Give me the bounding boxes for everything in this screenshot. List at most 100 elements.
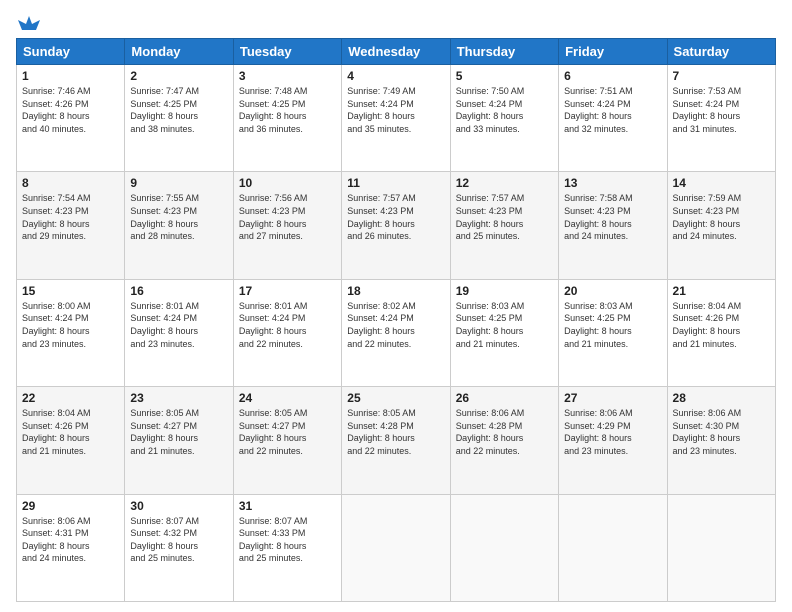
calendar-cell: 11 Sunrise: 7:57 AMSunset: 4:23 PMDayligh… [342,172,450,279]
day-number: 9 [130,176,227,190]
day-info: Sunrise: 7:49 AMSunset: 4:24 PMDaylight:… [347,86,416,134]
day-info: Sunrise: 7:50 AMSunset: 4:24 PMDaylight:… [456,86,525,134]
day-info: Sunrise: 8:06 AMSunset: 4:28 PMDaylight:… [456,408,525,456]
page: SundayMondayTuesdayWednesdayThursdayFrid… [0,0,792,612]
calendar-cell: 9 Sunrise: 7:55 AMSunset: 4:23 PMDaylight… [125,172,233,279]
calendar-cell: 29 Sunrise: 8:06 AMSunset: 4:31 PMDayligh… [17,494,125,601]
day-number: 6 [564,69,661,83]
day-info: Sunrise: 7:53 AMSunset: 4:24 PMDaylight:… [673,86,742,134]
day-number: 5 [456,69,553,83]
day-info: Sunrise: 8:03 AMSunset: 4:25 PMDaylight:… [456,301,525,349]
calendar-week-1: 1Sunrise: 7:46 AMSunset: 4:26 PMDaylight… [17,65,776,172]
calendar-cell: 15 Sunrise: 8:00 AMSunset: 4:24 PMDayligh… [17,279,125,386]
header [16,12,776,30]
day-number: 15 [22,284,119,298]
calendar-cell: 5 Sunrise: 7:50 AMSunset: 4:24 PMDaylight… [450,65,558,172]
day-number: 18 [347,284,444,298]
day-info: Sunrise: 8:06 AMSunset: 4:31 PMDaylight:… [22,516,91,564]
day-info: Sunrise: 7:47 AMSunset: 4:25 PMDaylight:… [130,86,199,134]
day-number: 23 [130,391,227,405]
day-number: 28 [673,391,770,405]
day-info: Sunrise: 7:57 AMSunset: 4:23 PMDaylight:… [456,193,525,241]
day-number: 22 [22,391,119,405]
day-info: Sunrise: 8:03 AMSunset: 4:25 PMDaylight:… [564,301,633,349]
calendar-cell: 4 Sunrise: 7:49 AMSunset: 4:24 PMDaylight… [342,65,450,172]
calendar-cell: 1Sunrise: 7:46 AMSunset: 4:26 PMDaylight… [17,65,125,172]
day-number: 10 [239,176,336,190]
calendar-header-tuesday: Tuesday [233,39,341,65]
day-info: Sunrise: 8:07 AMSunset: 4:33 PMDaylight:… [239,516,308,564]
day-info: Sunrise: 7:51 AMSunset: 4:24 PMDaylight:… [564,86,633,134]
calendar-cell [450,494,558,601]
day-number: 13 [564,176,661,190]
calendar-cell: 12 Sunrise: 7:57 AMSunset: 4:23 PMDayligh… [450,172,558,279]
calendar-cell: 23Sunrise: 8:05 AMSunset: 4:27 PMDayligh… [125,387,233,494]
day-number: 20 [564,284,661,298]
day-number: 29 [22,499,119,513]
calendar-header-row: SundayMondayTuesdayWednesdayThursdayFrid… [17,39,776,65]
calendar-cell: 28 Sunrise: 8:06 AMSunset: 4:30 PMDayligh… [667,387,775,494]
calendar-header-saturday: Saturday [667,39,775,65]
day-number: 25 [347,391,444,405]
day-info: Sunrise: 7:59 AMSunset: 4:23 PMDaylight:… [673,193,742,241]
day-number: 3 [239,69,336,83]
calendar-cell: 7 Sunrise: 7:53 AMSunset: 4:24 PMDaylight… [667,65,775,172]
day-number: 27 [564,391,661,405]
day-number: 8 [22,176,119,190]
day-number: 11 [347,176,444,190]
calendar-cell [559,494,667,601]
calendar-cell: 13 Sunrise: 7:58 AMSunset: 4:23 PMDayligh… [559,172,667,279]
day-info: Sunrise: 8:05 AMSunset: 4:27 PMDaylight:… [239,408,308,456]
calendar-cell: 3 Sunrise: 7:48 AMSunset: 4:25 PMDaylight… [233,65,341,172]
calendar-cell: 22Sunrise: 8:04 AMSunset: 4:26 PMDayligh… [17,387,125,494]
calendar-week-3: 15 Sunrise: 8:00 AMSunset: 4:24 PMDayligh… [17,279,776,386]
calendar-cell: 24Sunrise: 8:05 AMSunset: 4:27 PMDayligh… [233,387,341,494]
day-info: Sunrise: 7:58 AMSunset: 4:23 PMDaylight:… [564,193,633,241]
calendar-header-wednesday: Wednesday [342,39,450,65]
day-number: 19 [456,284,553,298]
day-number: 4 [347,69,444,83]
calendar-cell: 25Sunrise: 8:05 AMSunset: 4:28 PMDayligh… [342,387,450,494]
calendar-cell: 26 Sunrise: 8:06 AMSunset: 4:28 PMDayligh… [450,387,558,494]
calendar-cell: 20 Sunrise: 8:03 AMSunset: 4:25 PMDayligh… [559,279,667,386]
calendar-cell: 17 Sunrise: 8:01 AMSunset: 4:24 PMDayligh… [233,279,341,386]
calendar-cell: 2Sunrise: 7:47 AMSunset: 4:25 PMDaylight… [125,65,233,172]
calendar-cell: 16Sunrise: 8:01 AMSunset: 4:24 PMDayligh… [125,279,233,386]
day-number: 7 [673,69,770,83]
day-number: 12 [456,176,553,190]
day-info: Sunrise: 8:06 AMSunset: 4:29 PMDaylight:… [564,408,633,456]
day-info: Sunrise: 8:00 AMSunset: 4:24 PMDaylight:… [22,301,91,349]
logo-icon [18,12,40,34]
day-info: Sunrise: 7:57 AMSunset: 4:23 PMDaylight:… [347,193,416,241]
day-info: Sunrise: 7:48 AMSunset: 4:25 PMDaylight:… [239,86,308,134]
calendar-header-thursday: Thursday [450,39,558,65]
day-info: Sunrise: 8:06 AMSunset: 4:30 PMDaylight:… [673,408,742,456]
calendar-cell: 8 Sunrise: 7:54 AMSunset: 4:23 PMDaylight… [17,172,125,279]
calendar-cell: 30 Sunrise: 8:07 AMSunset: 4:32 PMDayligh… [125,494,233,601]
day-number: 30 [130,499,227,513]
day-info: Sunrise: 7:46 AMSunset: 4:26 PMDaylight:… [22,86,91,134]
day-info: Sunrise: 8:02 AMSunset: 4:24 PMDaylight:… [347,301,416,349]
calendar-cell [667,494,775,601]
calendar-header-sunday: Sunday [17,39,125,65]
calendar-week-2: 8 Sunrise: 7:54 AMSunset: 4:23 PMDaylight… [17,172,776,279]
calendar-cell: 19 Sunrise: 8:03 AMSunset: 4:25 PMDayligh… [450,279,558,386]
calendar-table: SundayMondayTuesdayWednesdayThursdayFrid… [16,38,776,602]
calendar-cell [342,494,450,601]
day-info: Sunrise: 7:55 AMSunset: 4:23 PMDaylight:… [130,193,199,241]
day-number: 16 [130,284,227,298]
day-info: Sunrise: 7:54 AMSunset: 4:23 PMDaylight:… [22,193,91,241]
day-info: Sunrise: 8:07 AMSunset: 4:32 PMDaylight:… [130,516,199,564]
day-number: 21 [673,284,770,298]
day-number: 14 [673,176,770,190]
calendar-cell: 31Sunrise: 8:07 AMSunset: 4:33 PMDayligh… [233,494,341,601]
day-number: 26 [456,391,553,405]
calendar-week-5: 29 Sunrise: 8:06 AMSunset: 4:31 PMDayligh… [17,494,776,601]
day-number: 17 [239,284,336,298]
calendar-cell: 21Sunrise: 8:04 AMSunset: 4:26 PMDayligh… [667,279,775,386]
day-info: Sunrise: 7:56 AMSunset: 4:23 PMDaylight:… [239,193,308,241]
calendar-header-monday: Monday [125,39,233,65]
calendar-cell: 14 Sunrise: 7:59 AMSunset: 4:23 PMDayligh… [667,172,775,279]
day-info: Sunrise: 8:01 AMSunset: 4:24 PMDaylight:… [239,301,308,349]
calendar-header-friday: Friday [559,39,667,65]
